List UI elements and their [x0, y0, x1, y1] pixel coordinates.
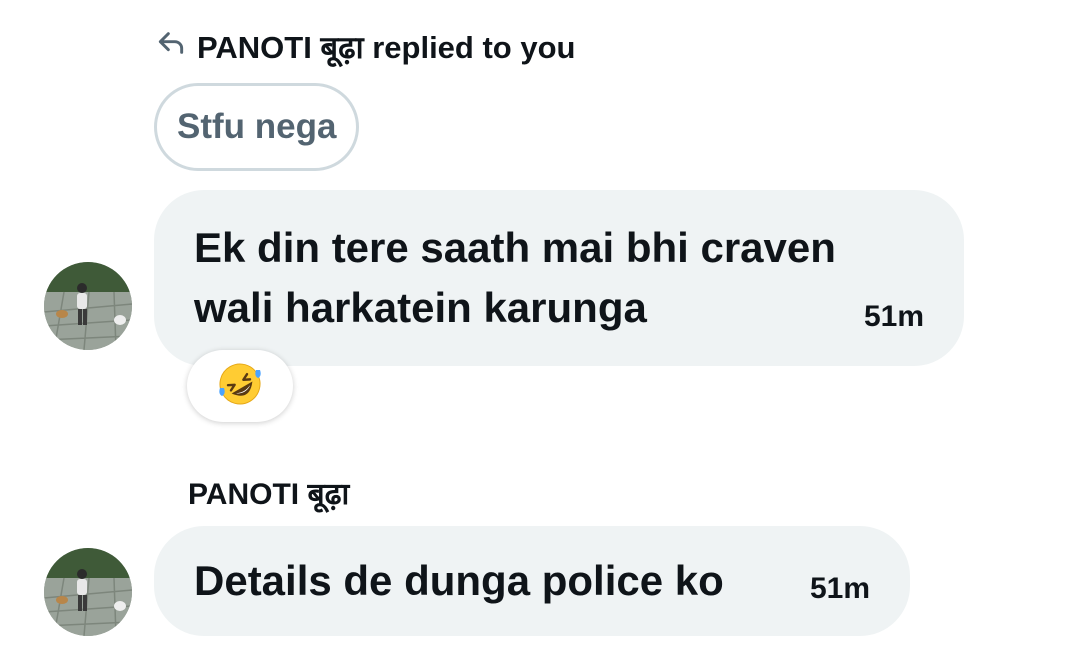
avatar[interactable] — [44, 548, 132, 636]
message-bubble[interactable]: Details de dunga police ko 51m — [154, 526, 910, 636]
reply-header-text: PANOTI बूढ़ा replied to you — [197, 30, 576, 65]
message-time: 51m — [809, 572, 870, 605]
message-text-line: Ek din tere saath mai bhi craven — [194, 224, 836, 271]
avatar[interactable] — [44, 262, 132, 350]
message-time: 51m — [863, 300, 924, 333]
message-bubble[interactable]: Ek din tere saath mai bhi craven wali ha… — [154, 190, 964, 366]
quoted-message[interactable]: Stfu nega — [154, 83, 360, 171]
reply-header: PANOTI बूढ़ा replied to you — [155, 26, 575, 68]
message-text: Details de dunga police ko — [194, 557, 724, 604]
reply-arrow-icon — [155, 27, 187, 67]
quoted-message-text: Stfu nega — [177, 107, 337, 146]
rolling-on-floor-laughing-emoji-icon — [216, 360, 264, 413]
message-text-line: wali harkatein karunga — [194, 284, 647, 331]
reaction-pill[interactable] — [187, 350, 293, 422]
sender-name: PANOTI बूढ़ा — [188, 478, 350, 511]
